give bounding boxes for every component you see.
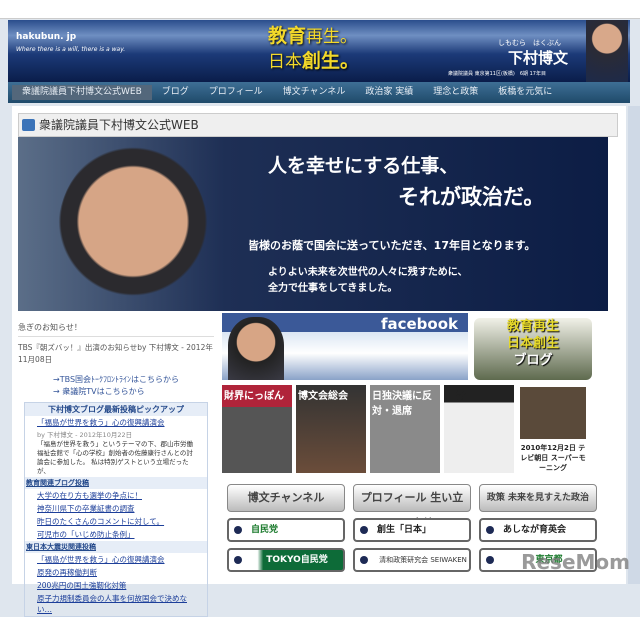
list-item[interactable]: 200兆円の国土強靭化対策: [25, 579, 207, 592]
site-brand[interactable]: hakubun. jp: [16, 32, 76, 42]
nav-channel[interactable]: 博文チャンネル: [273, 85, 356, 100]
nav-itabashi[interactable]: 板橋を元気に: [488, 85, 562, 100]
ldp-link[interactable]: 自民党: [227, 518, 345, 542]
tv-thumbnail-image: [520, 387, 586, 439]
nav-home[interactable]: 衆議院議員下村博文公式WEB: [12, 85, 152, 100]
ashinaga-link[interactable]: あしなが育英会: [479, 518, 597, 542]
arrow-icon: [22, 119, 35, 131]
media-thumbnails: 財界にっぽん 博文会総会 日独決議に反対・退席 正論 2010年12月2日 テレ…: [222, 385, 588, 473]
list-item[interactable]: 原子力規制委員会の人事を何故国会で決めない…: [25, 592, 207, 616]
resemom-watermark: ReseMom: [521, 550, 630, 574]
list-item[interactable]: 「福島が世界を救う」心の復興講演会: [25, 553, 207, 566]
tokyo-ldp-link[interactable]: TOKYO自民党: [227, 548, 345, 572]
notice-heading: 急ぎのお知らせ！: [18, 322, 214, 337]
nav-achievements[interactable]: 政治家 実績: [355, 85, 423, 100]
blog-pickup: 下村博文ブログ最新投稿ピックアップ 「福島が世界を救う」心の復興講演会 by 下…: [24, 402, 208, 617]
hero-banner: 人を幸せにする仕事、 それが政治だ。 皆様のお蔭で国会に送っていただき、17年目…: [18, 137, 608, 311]
slogan-text: 日本: [268, 52, 302, 72]
thumb-hakubunkai[interactable]: 博文会総会: [296, 385, 366, 473]
blog-banner[interactable]: 教育再生日本創生ブログ: [474, 318, 592, 380]
policy-button[interactable]: 政策 未来を見すえた政治を!!: [479, 484, 597, 529]
facebook-portrait: [228, 317, 284, 380]
list-item[interactable]: 昨日のたくさんのコメントに対して。: [25, 515, 207, 528]
thumb-zaikai[interactable]: 財界にっぽん: [222, 385, 292, 473]
profile-button[interactable]: プロフィール 生い立ち〜実績: [353, 484, 471, 530]
hero-text-line: よりよい未来を次世代の人々に残すために、: [268, 267, 468, 278]
slogan-text: 再生。: [306, 27, 358, 47]
youtube-channel-button[interactable]: 博文チャンネル YouTube: [227, 484, 345, 530]
nav-policy[interactable]: 理念と政策: [423, 85, 488, 100]
scrollbar[interactable]: [628, 106, 640, 584]
hero-portrait: [58, 145, 208, 311]
site-motto: Where there is a will, there is a way.: [16, 46, 126, 53]
politician-name: 下村博文: [508, 49, 569, 67]
blog-banner-text: 日本創生: [506, 336, 559, 351]
header-slogan: 教育再生。 日本創生。: [268, 24, 359, 74]
tv-caption: 2010年12月2日 テレビ朝日 スーパーモーニング: [520, 444, 586, 472]
header-subtitle: 衆議院議員 東京第11区(板橋) 6期 17年目: [448, 71, 546, 77]
nav-blog[interactable]: ブログ: [152, 85, 199, 100]
hero-text-line: 全力で仕事をしてきました。: [268, 283, 398, 294]
hero-text: よりよい未来を次世代の人々に残すために、 全力で仕事をしてきました。: [268, 265, 468, 297]
post-link[interactable]: 「福島が世界を救う」心の復興講演会: [25, 416, 207, 429]
shugiin-tv-link[interactable]: → 衆議院TVはこちらから: [53, 386, 214, 398]
blog-banner-text: ブログ: [513, 353, 553, 368]
page-title: 衆議院議員下村博文公式WEB: [18, 113, 618, 137]
hero-headline: 人を幸せにする仕事、: [268, 155, 459, 177]
thumb-seiron[interactable]: 正論: [444, 385, 514, 473]
post-meta: by 下村博文 - 2012年10月22日: [37, 431, 133, 439]
post-excerpt: 「福島が世界を救う」というテーマの下、郡山市労働福祉会館で「心の学校」創始者の佐…: [37, 440, 193, 475]
category-education[interactable]: 教育関連ブログ投稿: [25, 477, 207, 489]
portrait-image: [586, 20, 628, 82]
tbs-link[interactable]: →TBS国会ﾄｰｸﾌﾛﾝﾄﾗｲﾝはこちらから: [53, 374, 214, 386]
slogan-bold: 教育: [268, 25, 307, 47]
blog-pickup-title: 下村博文ブログ最新投稿ピックアップ: [25, 403, 207, 416]
nav-profile[interactable]: プロフィール: [199, 85, 273, 100]
thumb-nichidoku[interactable]: 日独決議に反対・退席: [370, 385, 440, 473]
thumb-tv-asahi[interactable]: 2010年12月2日 テレビ朝日 スーパーモーニング: [518, 385, 588, 473]
list-item[interactable]: 大学の在り方も選挙の争点に！: [25, 489, 207, 502]
slogan-bold: 創生。: [302, 50, 360, 72]
notice-item[interactable]: TBS『朝ズバッ！』出演のお知らせby 下村博文 - 2012年11月08日: [18, 342, 214, 366]
list-item[interactable]: 神奈川県下の卒業証書の調査: [25, 502, 207, 515]
hero-headline: それが政治だ。: [398, 185, 545, 209]
list-item[interactable]: 可児市の「いじめ防止条例」: [25, 528, 207, 541]
seiwaken-link[interactable]: 清和政策研究会 SEIWAKEN: [353, 548, 471, 572]
main-nav: 衆議院議員下村博文公式WEB ブログ プロフィール 博文チャンネル 政治家 実績…: [8, 82, 630, 103]
browser-top-bar: [0, 0, 640, 19]
hero-text: 皆様のお蔭で国会に送っていただき、17年目となります。: [248, 239, 536, 252]
page-title-text: 衆議院議員下村博文公式WEB: [39, 118, 199, 132]
site-header: hakubun. jp Where there is a will, there…: [8, 20, 630, 82]
list-item[interactable]: 原発の再稼働判断: [25, 566, 207, 579]
facebook-label: facebook: [380, 315, 458, 333]
left-column: 急ぎのお知らせ！ TBS『朝ズバッ！』出演のお知らせby 下村博文 - 2012…: [18, 322, 214, 617]
facebook-banner[interactable]: facebook: [222, 313, 468, 380]
blog-banner-text: 教育再生: [506, 319, 559, 334]
category-earthquake[interactable]: 東日本大震災関連投稿: [25, 541, 207, 553]
sousei-nippon-link[interactable]: 創生「日本」: [353, 518, 471, 542]
